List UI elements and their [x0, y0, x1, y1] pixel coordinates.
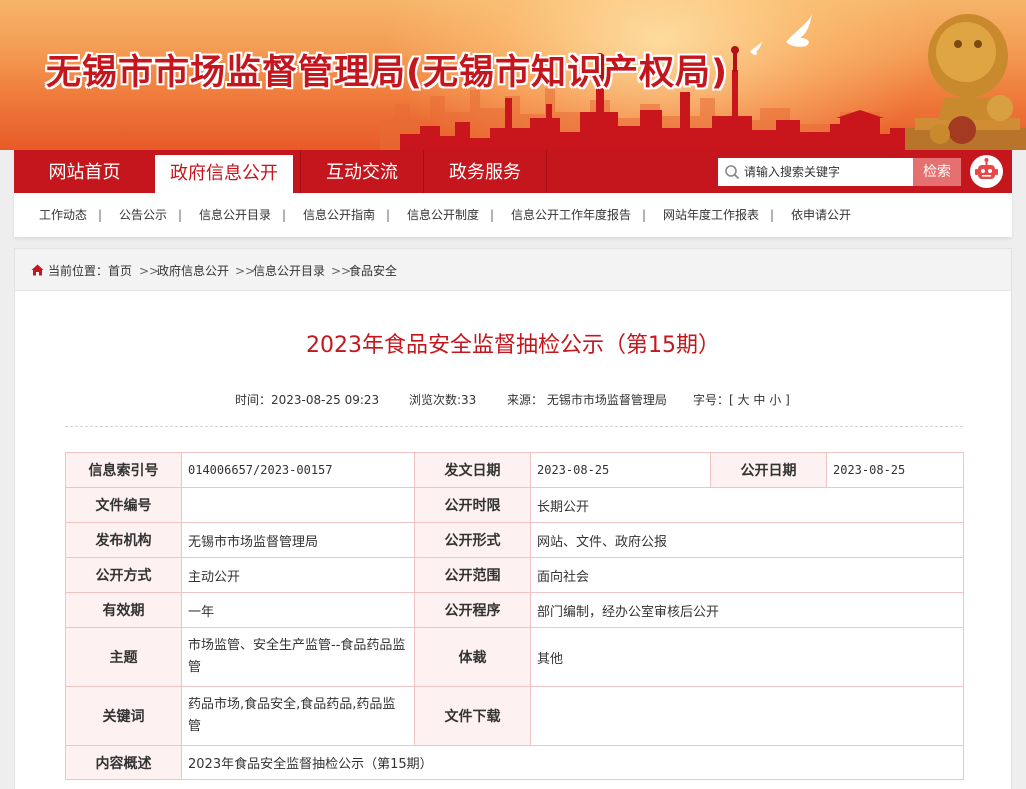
- validity-value: 一年: [181, 592, 415, 628]
- open-scope-label: 公开范围: [414, 557, 531, 593]
- open-date-label: 公开日期: [710, 452, 827, 488]
- procedure-label: 公开程序: [414, 592, 531, 628]
- font-size-label: 字号：: [693, 393, 730, 407]
- source: 来源： 无锡市市场监督管理局: [507, 391, 667, 408]
- bracket-open: [: [729, 393, 734, 407]
- tab-services[interactable]: 政务服务: [424, 150, 546, 193]
- keywords-value: 药品市场,食品安全,食品药品,药品监管: [181, 686, 415, 746]
- issue-date-value: 2023-08-25: [530, 452, 711, 488]
- keywords-label: 关键词: [65, 686, 182, 746]
- subnav-item-site-report[interactable]: 网站年度工作报表: [663, 193, 759, 237]
- subnav-item-catalog[interactable]: 信息公开目录: [199, 193, 271, 237]
- site-title: 无锡市市场监督管理局(无锡市知识产权局): [46, 53, 728, 93]
- topic-value: 市场监管、安全生产监管--食品药品监管: [181, 627, 415, 687]
- open-limit-label: 公开时限: [414, 487, 531, 523]
- genre-label: 体裁: [414, 627, 531, 687]
- summary-label: 内容概述: [65, 745, 182, 780]
- search-button[interactable]: 检索: [913, 158, 961, 186]
- subnav-separator: |: [98, 208, 103, 222]
- font-size-control: 字号：[ 大 中 小 ]: [693, 391, 790, 408]
- view-count-value: 33: [461, 393, 477, 407]
- index-value: 014006657/2023-00157: [181, 452, 415, 488]
- open-date-value: 2023-08-25: [826, 452, 964, 488]
- doc-no-value: [181, 487, 415, 523]
- subnav-item-apply[interactable]: 依申请公开: [791, 193, 851, 237]
- nav-divider: [546, 150, 547, 193]
- view-count: 浏览次数:33: [409, 391, 476, 408]
- source-value: 无锡市市场监督管理局: [546, 393, 667, 407]
- validity-label: 有效期: [65, 592, 182, 628]
- subnav-separator: |: [642, 208, 647, 222]
- main-nav: 网站首页 政府信息公开 互动交流 政务服务 检索: [14, 150, 1012, 193]
- bracket-close: ]: [785, 393, 790, 407]
- subnav-separator: |: [770, 208, 775, 222]
- robot-assistant-button[interactable]: [970, 155, 1003, 188]
- breadcrumb-government-info[interactable]: 政府信息公开: [157, 249, 229, 293]
- source-label: 来源：: [507, 393, 544, 407]
- tab-interaction[interactable]: 互动交流: [301, 150, 423, 193]
- subnav-item-notices[interactable]: 公告公示: [119, 193, 167, 237]
- doc-no-label: 文件编号: [65, 487, 182, 523]
- search-icon: [725, 165, 740, 180]
- breadcrumb-home[interactable]: 首页: [108, 249, 132, 293]
- summary-value: 2023年食品安全监督抽检公示（第15期）: [181, 745, 964, 780]
- subnav-item-annual-report[interactable]: 信息公开工作年度报告: [511, 193, 631, 237]
- publisher-value: 无锡市市场监督管理局: [181, 522, 415, 558]
- search-box: [718, 158, 913, 186]
- search-input[interactable]: [744, 160, 909, 184]
- header-banner: 无锡市市场监督管理局(无锡市知识产权局): [0, 0, 1026, 150]
- open-form-value: 网站、文件、政府公报: [530, 522, 964, 558]
- info-table: 信息索引号 014006657/2023-00157 发文日期 2023-08-…: [65, 452, 964, 780]
- download-value[interactable]: [530, 686, 964, 746]
- divider: [65, 426, 963, 427]
- topic-label: 主题: [65, 627, 182, 687]
- open-mode-label: 公开方式: [65, 557, 182, 593]
- publisher-label: 发布机构: [65, 522, 182, 558]
- issue-date-label: 发文日期: [414, 452, 531, 488]
- dove-icon: [750, 14, 812, 55]
- publish-time: 时间：2023-08-25 09:23: [235, 391, 379, 408]
- font-size-medium[interactable]: 中: [753, 393, 765, 407]
- genre-value: 其他: [530, 627, 964, 687]
- breadcrumb-food-safety[interactable]: 食品安全: [349, 249, 397, 293]
- sub-nav: 工作动态 | 公告公示 | 信息公开目录 | 信息公开指南 | 信息公开制度 |…: [14, 193, 1012, 237]
- subnav-separator: |: [282, 208, 287, 222]
- font-size-small[interactable]: 小: [769, 393, 781, 407]
- open-form-label: 公开形式: [414, 522, 531, 558]
- view-count-label: 浏览次数:: [409, 393, 462, 407]
- procedure-value: 部门编制，经办公室审核后公开: [530, 592, 964, 628]
- lion-statue-icon: [905, 14, 1026, 150]
- download-label: 文件下载: [414, 686, 531, 746]
- open-limit-value: 长期公开: [530, 487, 964, 523]
- open-scope-value: 面向社会: [530, 557, 964, 593]
- breadcrumb: 当前位置： 首页 >> 政府信息公开 >> 信息公开目录 >> 食品安全: [15, 249, 1011, 291]
- breadcrumb-catalog[interactable]: 信息公开目录: [253, 249, 325, 293]
- subnav-separator: |: [386, 208, 391, 222]
- subnav-separator: |: [178, 208, 183, 222]
- tab-home[interactable]: 网站首页: [14, 150, 155, 193]
- content-panel: 当前位置： 首页 >> 政府信息公开 >> 信息公开目录 >> 食品安全 202…: [14, 248, 1012, 789]
- home-icon: [31, 264, 44, 276]
- font-size-large[interactable]: 大: [738, 393, 750, 407]
- publish-time-value: 2023-08-25 09:23: [271, 393, 380, 407]
- article-title: 2023年食品安全监督抽检公示（第15期）: [306, 333, 720, 358]
- publish-time-label: 时间：: [235, 393, 272, 407]
- breadcrumb-prefix: 当前位置：: [48, 264, 109, 278]
- robot-icon: [975, 158, 998, 179]
- tab-government-info[interactable]: 政府信息公开: [155, 155, 293, 193]
- subnav-item-system[interactable]: 信息公开制度: [407, 193, 479, 237]
- open-mode-value: 主动公开: [181, 557, 415, 593]
- index-label: 信息索引号: [65, 452, 182, 488]
- subnav-item-guide[interactable]: 信息公开指南: [303, 193, 375, 237]
- subnav-item-work-news[interactable]: 工作动态: [39, 193, 87, 237]
- subnav-separator: |: [490, 208, 495, 222]
